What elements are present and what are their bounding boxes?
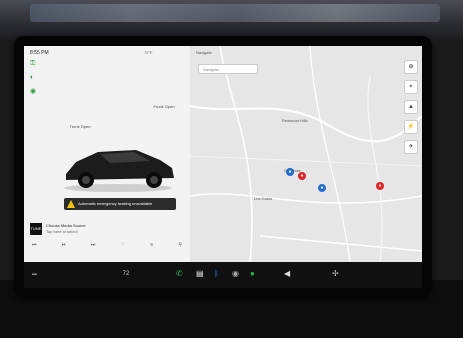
phone-icon[interactable]: ✆ — [176, 268, 183, 280]
spotify-icon[interactable]: ● — [250, 268, 255, 280]
play-pause-icon[interactable]: ⏯ — [62, 242, 66, 248]
map-view[interactable]: Navigate Navigate ⊕ ⌖ ▲ ⚡ ✈ Redwood Hill… — [190, 46, 422, 262]
media-subtitle: Tap here to select — [46, 229, 78, 234]
volume-icon[interactable]: ◀ — [284, 268, 290, 280]
media-controls: ⏮ ⏯ ⏭ ♡ ≡ ⚲ — [32, 242, 182, 248]
vehicle-panel: 8:55 PM 72°F ⚿ ◐ ◉ Trunk Open Frunk Open… — [24, 46, 190, 262]
destination-pin-icon[interactable]: ● — [298, 172, 306, 180]
lock-icon[interactable]: ⚿ — [30, 60, 38, 68]
touchscreen: 8:55 PM 72°F ⚿ ◐ ◉ Trunk Open Frunk Open… — [24, 46, 422, 262]
favorite-icon[interactable]: ♡ — [121, 242, 125, 248]
compass-icon[interactable]: ▲ — [404, 100, 418, 114]
seatbelt-icon[interactable]: ◉ — [30, 88, 38, 96]
queue-icon[interactable]: ≡ — [150, 242, 153, 248]
warning-icon — [67, 200, 75, 208]
fan-icon[interactable]: ✢ — [332, 268, 339, 280]
location-pin-icon[interactable]: ● — [286, 168, 294, 176]
status-temp: 72°F — [144, 50, 153, 55]
status-time: 8:55 PM — [30, 50, 49, 56]
frunk-callout[interactable]: Frunk Open — [144, 104, 184, 109]
temperature-control[interactable]: 72 — [120, 268, 132, 280]
headlight-icon[interactable]: ◐ — [30, 74, 38, 82]
app-icon[interactable]: ▤ — [196, 268, 204, 280]
media-player[interactable]: TUNE Choose Media Source Tap here to sel… — [28, 222, 186, 236]
camera-icon[interactable]: ◉ — [232, 268, 239, 280]
car-image — [64, 150, 174, 192]
charger-icon[interactable]: ⚡ — [404, 120, 418, 134]
map-controls: ⊕ ⌖ ▲ ⚡ ✈ — [404, 60, 418, 160]
locate-icon[interactable]: ⌖ — [404, 80, 418, 94]
bluetooth-icon[interactable]: ᛒ — [214, 268, 219, 280]
map-label: Redwood Hills — [282, 118, 308, 123]
trip-icon[interactable]: ✈ — [404, 140, 418, 154]
poi-pin-icon[interactable]: ● — [376, 182, 384, 190]
poi-pin-icon[interactable]: ● — [318, 184, 326, 192]
map-roads — [190, 46, 422, 262]
trunk-callout[interactable]: Trunk Open — [60, 124, 100, 129]
previous-icon[interactable]: ⏮ — [32, 242, 37, 248]
zoom-icon[interactable]: ⊕ — [404, 60, 418, 74]
warning-text: Automatic emergency braking unavailable — [78, 201, 153, 206]
vehicle-shortcuts: ⚿ ◐ ◉ — [30, 60, 38, 102]
navigate-search[interactable]: Navigate — [198, 64, 258, 74]
media-album-art: TUNE — [30, 223, 42, 235]
search-icon[interactable]: ⚲ — [178, 242, 182, 248]
media-title: Choose Media Source — [46, 223, 86, 228]
next-icon[interactable]: ⏭ — [91, 242, 96, 248]
map-header: Navigate — [196, 50, 212, 55]
taskbar: ▬ 72 ✆ ▤ ᛒ ◉ ● ◀ ✢ — [24, 262, 422, 288]
map-label: Los Gatos — [254, 196, 273, 201]
warning-banner[interactable]: Automatic emergency braking unavailable — [64, 198, 176, 210]
car-icon[interactable]: ▬ — [32, 268, 37, 280]
background-window-reflection — [30, 4, 440, 22]
